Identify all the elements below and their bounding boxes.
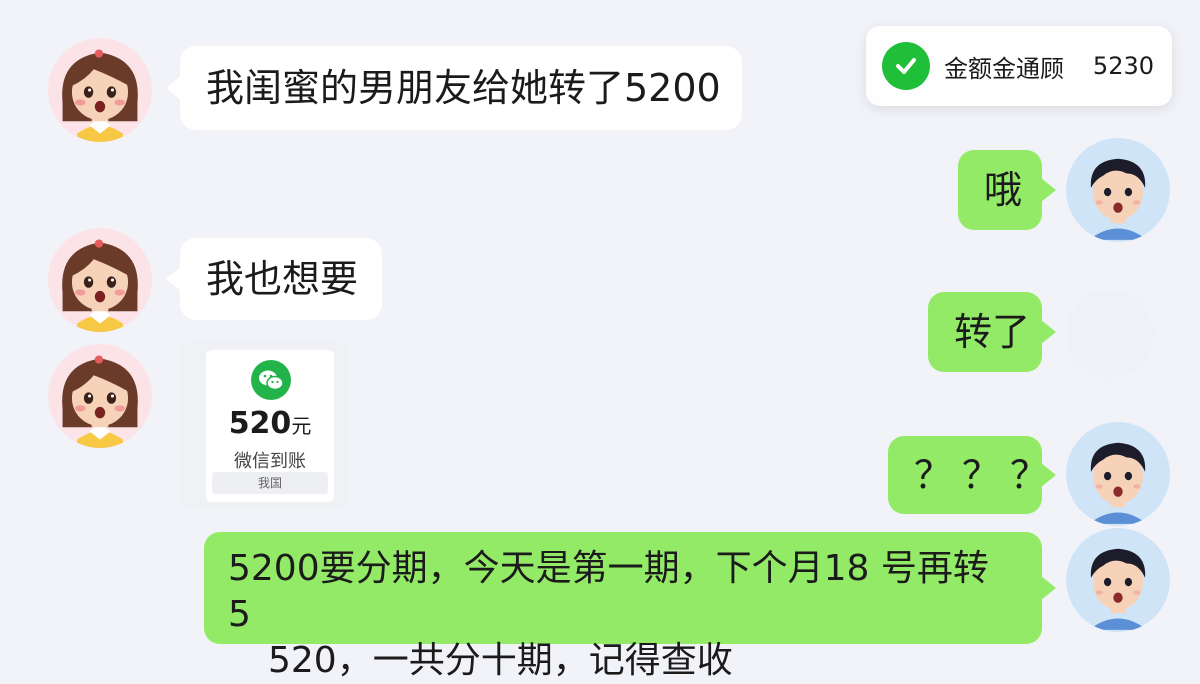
faded-avatar[interactable]	[1066, 290, 1154, 378]
message-bubble-incoming[interactable]: 我闺蜜的男朋友给她转了5200	[166, 46, 742, 130]
transfer-card[interactable]: 520元 微信到账 我国	[180, 342, 348, 508]
message-text: 我也想要	[206, 257, 359, 301]
transfer-footer: 我国	[212, 472, 328, 494]
message-text-line: 5200要分期，今天是第一期，下个月18 号再转 5	[228, 548, 989, 635]
message-text: 哦	[984, 168, 1023, 212]
boy-avatar[interactable]	[1066, 528, 1170, 632]
girl-avatar[interactable]	[48, 228, 152, 332]
transfer-amount: 520元	[206, 406, 334, 444]
message-text: 我闺蜜的男朋友给她转了5200	[206, 66, 721, 110]
girl-avatar[interactable]	[48, 344, 152, 448]
girl-avatar[interactable]	[48, 38, 152, 142]
wechat-icon	[251, 360, 291, 400]
boy-avatar[interactable]	[1066, 422, 1170, 526]
transfer-amount-value: 520	[228, 406, 292, 441]
message-bubble-incoming[interactable]: 我也想要	[166, 238, 382, 320]
toast-amount: 5230	[1092, 52, 1154, 80]
toast-label: 金额金通顾	[944, 54, 1064, 83]
message-text-line: 520，一共分十期，记得查收	[268, 640, 733, 681]
message-text: ？？？	[914, 453, 1059, 497]
notification-toast: 金额金通顾 5230	[866, 26, 1172, 106]
message-bubble-outgoing[interactable]: 哦	[958, 150, 1056, 230]
boy-avatar[interactable]	[1066, 138, 1170, 242]
message-bubble-outgoing[interactable]: 5200要分期，今天是第一期，下个月18 号再转 5 520，一共分十期，记得查…	[204, 532, 1056, 681]
check-circle-icon	[882, 42, 930, 90]
message-bubble-outgoing[interactable]: ？？？	[888, 436, 1056, 514]
transfer-status: 微信到账	[234, 451, 306, 472]
message-text: 转了	[954, 310, 1031, 354]
transfer-card-body: 520元 微信到账 我国	[206, 350, 334, 502]
transfer-currency: 元	[291, 414, 312, 438]
message-bubble-outgoing[interactable]: 转了	[928, 292, 1056, 372]
